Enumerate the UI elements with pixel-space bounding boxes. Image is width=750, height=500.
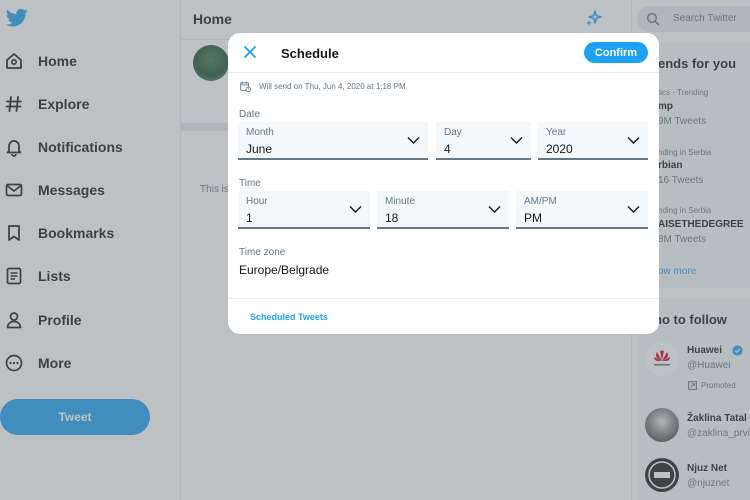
ampm-select[interactable]: AM/PM PM [516,191,648,229]
field-label: AM/PM [524,196,557,207]
field-label: Minute [385,196,416,207]
date-section-label: Date [239,109,261,120]
calendar-clock-icon [240,81,251,92]
field-value: PM [524,211,542,225]
send-time-text: Will send on Thu, Jun 4, 2020 at 1:18 PM [259,81,406,91]
scheduled-tweets-link[interactable]: Scheduled Tweets [250,312,328,322]
confirm-button[interactable]: Confirm [584,42,648,63]
chevron-down-icon [349,206,362,213]
hour-select[interactable]: Hour 1 [238,191,370,229]
minute-select[interactable]: Minute 18 [377,191,509,229]
dialog-title: Schedule [281,46,339,61]
timezone-label: Time zone [239,247,286,258]
field-value: June [246,142,273,156]
dialog-footer: Scheduled Tweets [228,298,659,334]
day-select[interactable]: Day 4 [436,122,531,160]
chevron-down-icon [627,206,640,213]
dialog-header: Schedule Confirm [228,33,659,73]
field-label: Day [444,127,462,138]
year-select[interactable]: Year 2020 [538,122,648,160]
field-value: 18 [385,211,399,225]
field-value: 4 [444,142,451,156]
time-section-label: Time [239,178,261,189]
month-select[interactable]: Month June [238,122,428,160]
chevron-down-icon [627,137,640,144]
field-label: Hour [246,196,268,207]
field-label: Month [246,127,274,138]
chevron-down-icon [488,206,501,213]
send-time-summary: Will send on Thu, Jun 4, 2020 at 1:18 PM [240,79,406,93]
field-value: 1 [246,211,253,225]
field-value: 2020 [546,142,573,156]
field-label: Year [546,127,567,138]
chevron-down-icon [510,137,523,144]
chevron-down-icon [407,137,420,144]
close-icon[interactable] [242,44,258,60]
timezone-value: Europe/Belgrade [239,263,330,277]
schedule-dialog: Schedule Confirm Will send on Thu, Jun 4… [228,33,659,334]
